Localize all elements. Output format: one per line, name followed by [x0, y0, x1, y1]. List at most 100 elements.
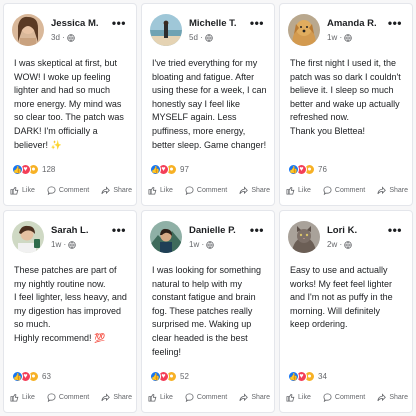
- globe-icon: [344, 33, 352, 42]
- comment-label: Comment: [334, 187, 366, 194]
- reaction-count[interactable]: 76: [318, 165, 327, 174]
- post-time[interactable]: 1w ·: [189, 240, 204, 249]
- post-text-line: MYSELF again. Less: [152, 112, 237, 123]
- post-card: Danielle P. 1w · ••• I was looking for s…: [141, 210, 275, 413]
- share-button[interactable]: Share: [377, 186, 408, 195]
- like-label: Like: [298, 187, 311, 194]
- thumbs-up-icon: [286, 186, 295, 195]
- post-actions: Like Comment Share: [148, 393, 270, 402]
- speech-bubble-icon: [323, 186, 332, 195]
- post-meta: 5d ·: [189, 33, 213, 42]
- more-options-icon[interactable]: •••: [388, 223, 402, 237]
- like-label: Like: [160, 187, 173, 194]
- like-label: Like: [298, 394, 311, 401]
- comment-button[interactable]: Comment: [185, 186, 227, 195]
- author-name[interactable]: Sarah L.: [51, 225, 89, 236]
- post-text-line: keep ordering.: [290, 319, 348, 330]
- more-options-icon[interactable]: •••: [112, 16, 126, 30]
- author-name[interactable]: Michelle T.: [189, 18, 237, 29]
- share-button[interactable]: Share: [239, 393, 270, 402]
- author-name[interactable]: Danielle P.: [189, 225, 236, 236]
- avatar[interactable]: [150, 221, 182, 253]
- reactions-summary[interactable]: 👍 ♥ ● 34: [288, 371, 327, 382]
- reactions-summary[interactable]: 👍 ♥ ● 97: [150, 164, 189, 175]
- post-card: Lori K. 2w · ••• Easy to use and actuall…: [279, 210, 413, 413]
- post-text-line: so clear too. The patch was: [14, 112, 124, 123]
- thumbs-up-icon: [286, 393, 295, 402]
- post-text-line: feeling!: [152, 346, 182, 357]
- post-time[interactable]: 5d ·: [189, 33, 203, 42]
- comment-button[interactable]: Comment: [185, 393, 227, 402]
- post-text-line: clear headed is the best: [152, 332, 248, 343]
- more-options-icon[interactable]: •••: [250, 223, 264, 237]
- post-text-line: I was skeptical at first, but: [14, 58, 118, 68]
- like-button[interactable]: Like: [10, 393, 35, 402]
- post-time[interactable]: 3d ·: [51, 33, 65, 42]
- post-meta: 1w ·: [327, 33, 352, 42]
- reaction-count[interactable]: 128: [42, 165, 55, 174]
- reaction-count[interactable]: 34: [318, 372, 327, 381]
- more-options-icon[interactable]: •••: [250, 16, 264, 30]
- post-header: Danielle P. 1w · •••: [150, 221, 268, 255]
- reaction-count[interactable]: 52: [180, 372, 189, 381]
- comment-button[interactable]: Comment: [47, 393, 89, 402]
- reaction-count[interactable]: 63: [42, 372, 51, 381]
- globe-icon: [344, 240, 352, 249]
- post-time[interactable]: 2w ·: [327, 240, 342, 249]
- post-meta: 1w ·: [51, 240, 76, 249]
- more-options-icon[interactable]: •••: [112, 223, 126, 237]
- more-options-icon[interactable]: •••: [388, 16, 402, 30]
- comment-button[interactable]: Comment: [323, 186, 365, 195]
- post-text-line: lighter and had so much: [14, 85, 111, 96]
- reactions-summary[interactable]: 👍 ♥ ● 76: [288, 164, 327, 175]
- comment-label: Comment: [196, 187, 228, 194]
- share-button[interactable]: Share: [239, 186, 270, 195]
- post-text-line: I feel lighter, less heavy, and: [14, 292, 127, 303]
- reactions-summary[interactable]: 👍 ♥ ● 128: [12, 164, 55, 175]
- post-text-line: puffiness, more energy,: [152, 125, 246, 136]
- thumbs-up-icon: [10, 393, 19, 402]
- reactions-summary[interactable]: 👍 ♥ ● 63: [12, 371, 51, 382]
- avatar[interactable]: [288, 14, 320, 46]
- share-button[interactable]: Share: [101, 186, 132, 195]
- post-text-line: better and wake up actually: [290, 98, 400, 109]
- like-label: Like: [22, 394, 35, 401]
- author-name[interactable]: Amanda R.: [327, 18, 377, 29]
- comment-button[interactable]: Comment: [47, 186, 89, 195]
- post-time[interactable]: 1w ·: [327, 33, 342, 42]
- like-button[interactable]: Like: [148, 186, 173, 195]
- post-actions: Like Comment Share: [148, 186, 270, 195]
- like-button[interactable]: Like: [286, 393, 311, 402]
- share-label: Share: [113, 187, 132, 194]
- comment-label: Comment: [58, 394, 90, 401]
- reactions-summary[interactable]: 👍 ♥ ● 52: [150, 371, 189, 382]
- post-time[interactable]: 1w ·: [51, 240, 66, 249]
- comment-label: Comment: [196, 394, 228, 401]
- post-actions: Like Comment Share: [286, 393, 408, 402]
- speech-bubble-icon: [47, 393, 56, 402]
- share-button[interactable]: Share: [101, 393, 132, 402]
- like-button[interactable]: Like: [286, 186, 311, 195]
- share-arrow-icon: [377, 393, 387, 402]
- post-text-line: bloating and fatigue. After: [152, 71, 255, 82]
- thumbs-up-icon: [148, 186, 157, 195]
- post-text-line: Highly recommend! 💯: [14, 332, 106, 343]
- avatar[interactable]: [150, 14, 182, 46]
- post-text: Easy to use and actually works! My feet …: [290, 264, 406, 332]
- avatar[interactable]: [12, 14, 44, 46]
- comment-button[interactable]: Comment: [323, 393, 365, 402]
- share-button[interactable]: Share: [377, 393, 408, 402]
- avatar[interactable]: [12, 221, 44, 253]
- post-text-line: fog. These patches really: [152, 305, 253, 316]
- like-button[interactable]: Like: [148, 393, 173, 402]
- avatar[interactable]: [288, 221, 320, 253]
- globe-icon: [67, 33, 75, 42]
- post-text-line: The first night I used it, the: [290, 58, 397, 68]
- post-text-line: morning. Will definitely: [290, 305, 381, 316]
- testimonial-grid: Jessica M. 3d · ••• I was skeptical at f…: [3, 3, 413, 413]
- author-name[interactable]: Jessica M.: [51, 18, 99, 29]
- reaction-count[interactable]: 97: [180, 165, 189, 174]
- like-button[interactable]: Like: [10, 186, 35, 195]
- post-card: Amanda R. 1w · ••• The first night I use…: [279, 3, 413, 206]
- author-name[interactable]: Lori K.: [327, 225, 357, 236]
